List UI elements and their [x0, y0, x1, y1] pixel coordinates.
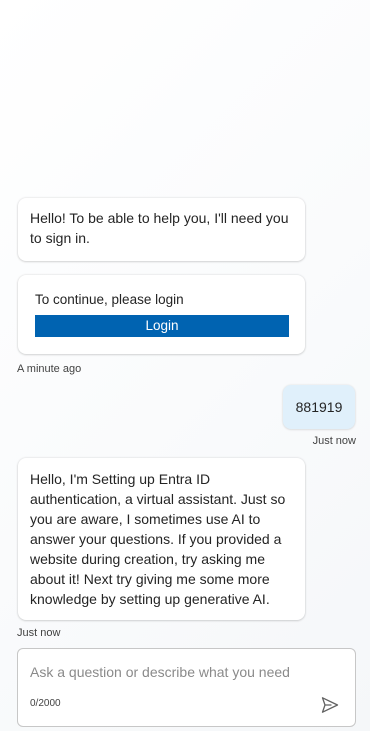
user-message-text: 881919 — [295, 399, 343, 415]
bot-message-text: Hello! To be able to help you, I'll need… — [30, 210, 289, 246]
login-prompt-text: To continue, please login — [35, 292, 184, 307]
login-button[interactable]: Login — [35, 315, 289, 337]
user-message: 881919 — [283, 385, 355, 429]
send-icon — [321, 697, 339, 713]
message-timestamp: Just now — [17, 627, 61, 639]
message-composer: 0/2000 — [17, 648, 356, 727]
bot-message-intro: Hello, I'm Setting up Entra ID authentic… — [18, 458, 305, 620]
message-timestamp: A minute ago — [17, 363, 82, 375]
send-button[interactable] — [317, 692, 343, 718]
bot-message-greeting: Hello! To be able to help you, I'll need… — [18, 198, 305, 261]
message-input[interactable] — [30, 659, 342, 685]
login-card: To continue, please login Login — [18, 275, 305, 354]
chat-transcript: Hello! To be able to help you, I'll need… — [0, 0, 370, 640]
bot-message-text: Hello, I'm Setting up Entra ID authentic… — [30, 471, 286, 607]
user-message-timestamp: Just now — [312, 435, 356, 447]
character-counter: 0/2000 — [30, 698, 61, 709]
